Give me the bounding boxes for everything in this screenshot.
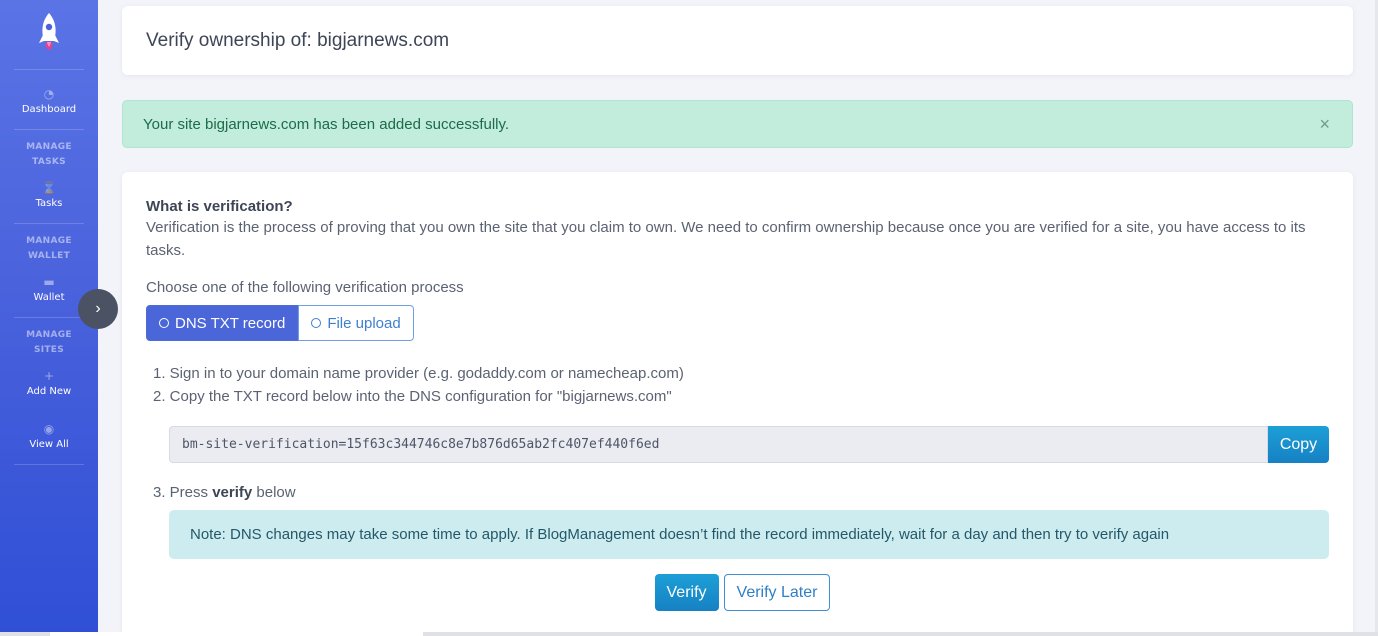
horizontal-scrollbar-thumb[interactable] <box>50 632 423 636</box>
success-alert: Your site bigjarnews.com has been added … <box>122 100 1353 148</box>
sidebar-item-label: View All <box>29 439 69 450</box>
hourglass-icon: ⌛ <box>41 181 57 195</box>
step-3-suffix: below <box>252 484 296 501</box>
close-icon[interactable]: × <box>1319 114 1332 135</box>
dns-txt-option[interactable]: DNS TXT record <box>146 305 299 341</box>
sidebar-heading: MANAGE TASKS <box>26 142 72 167</box>
sidebar-heading: MANAGE WALLET <box>26 236 72 261</box>
sidebar-heading: MANAGE SITES <box>26 330 72 355</box>
sidebar-toggle-button[interactable]: › <box>78 289 118 329</box>
sidebar-item-label: Tasks <box>35 198 63 209</box>
dns-note: Note: DNS changes may take some time to … <box>169 510 1329 559</box>
eye-icon: ◉ <box>43 422 55 436</box>
verify-later-button[interactable]: Verify Later <box>723 574 831 611</box>
sidebar-item-wallet[interactable]: ▬ Wallet <box>14 264 84 317</box>
chevron-right-icon: › <box>95 300 101 317</box>
sidebar-section-tasks: MANAGE TASKS ⌛ Tasks <box>14 130 84 224</box>
step-1: 1. Sign in to your domain name provider … <box>153 365 684 382</box>
alert-message: Your site bigjarnews.com has been added … <box>143 115 510 133</box>
steps-list: 1. Sign in to your domain name provider … <box>153 362 1329 408</box>
sidebar-item-label: Wallet <box>33 292 65 303</box>
step-3-bold: verify <box>212 484 253 501</box>
verification-card: What is verification? Verification is th… <box>122 172 1353 636</box>
radio-circle-icon <box>159 318 169 328</box>
step-3: 3. Press verify below <box>153 484 1329 501</box>
sidebar-item-label: Dashboard <box>21 104 77 115</box>
header-card: Verify ownership of: bigjarnews.com <box>122 6 1353 75</box>
sidebar-item-view-all[interactable]: ◉ View All <box>14 411 84 464</box>
sidebar-section-wallet: MANAGE WALLET ▬ Wallet <box>14 224 84 318</box>
rocket-icon <box>39 12 59 50</box>
verify-button[interactable]: Verify <box>654 574 719 611</box>
page-title: Verify ownership of: bigjarnews.com <box>146 30 450 51</box>
app-logo[interactable] <box>14 0 84 70</box>
verification-description: Verification is the process of proving t… <box>146 219 1306 259</box>
plus-icon: + <box>43 369 55 383</box>
speedometer-icon: ◔ <box>43 87 55 101</box>
step-3-prefix: 3. Press <box>153 484 213 501</box>
txt-record-field[interactable]: bm-site-verification=15f63c344746c8e7b87… <box>169 426 1268 463</box>
step-2: 2. Copy the TXT record below into the DN… <box>153 388 672 405</box>
file-upload-option[interactable]: File upload <box>298 305 414 341</box>
bottom-bar <box>0 632 1378 636</box>
radio-circle-icon <box>311 318 322 328</box>
verification-heading: What is verification? <box>146 198 293 215</box>
sidebar-item-tasks[interactable]: ⌛ Tasks <box>14 170 84 223</box>
sidebar-item-dashboard[interactable]: ◔ Dashboard <box>14 70 84 130</box>
sidebar-item-label: Add New <box>26 386 72 397</box>
txt-record-row: bm-site-verification=15f63c344746c8e7b87… <box>169 426 1329 463</box>
choose-label: Choose one of the following verification… <box>146 279 464 296</box>
sidebar-section-sites: MANAGE SITES + Add New ◉ View All <box>14 318 84 465</box>
action-buttons: Verify Verify Later <box>146 574 1329 611</box>
option-label: DNS TXT record <box>175 314 286 332</box>
verification-method-group: DNS TXT record File upload <box>146 305 1329 341</box>
copy-button[interactable]: Copy <box>1268 426 1329 463</box>
option-label: File upload <box>327 314 401 332</box>
sidebar-item-add-new[interactable]: + Add New <box>14 358 84 411</box>
wallet-icon: ▬ <box>43 275 55 289</box>
